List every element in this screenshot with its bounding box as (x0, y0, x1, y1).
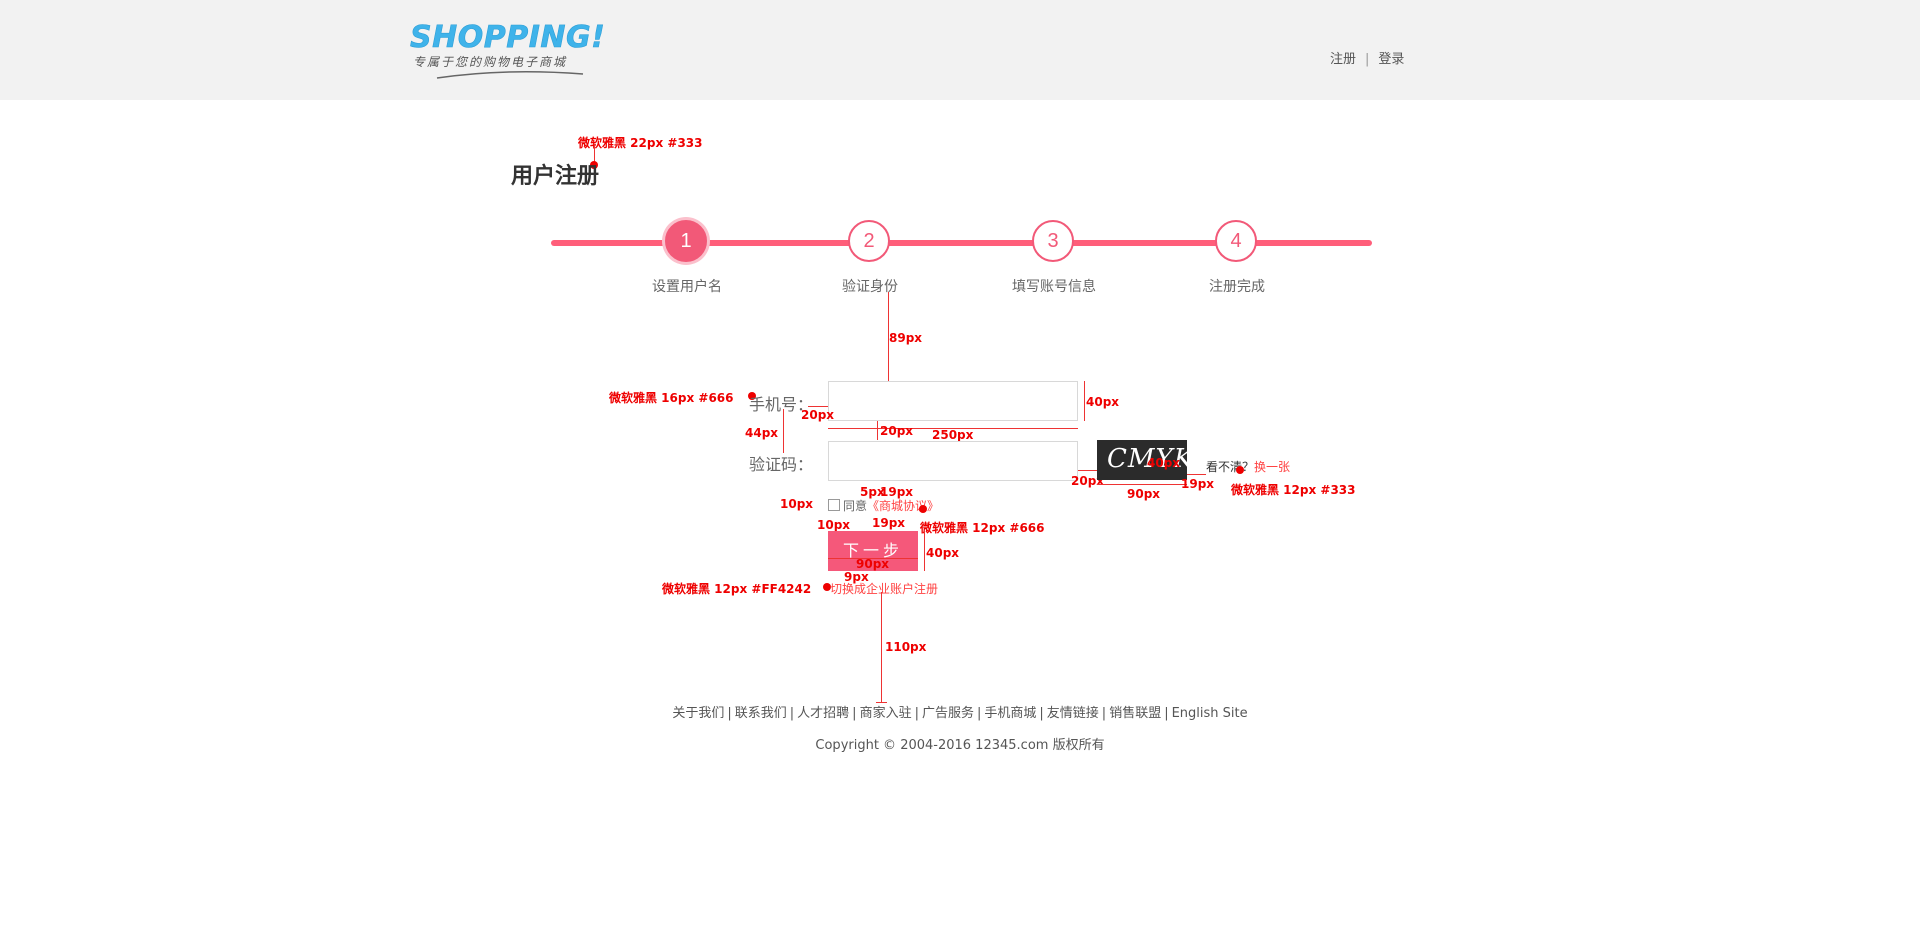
footer-link-friends[interactable]: 友情链接 (1047, 706, 1099, 721)
step-2-circle: 2 (848, 220, 890, 262)
annotation-measure-line (1078, 470, 1097, 471)
annotation-89px: 89px (889, 331, 923, 345)
refresh-captcha-link[interactable]: 换一张 (1254, 460, 1290, 474)
annotation-captcha-height: 40px (1147, 456, 1181, 470)
code-label: 验证码： (748, 455, 813, 474)
footer-link-ads[interactable]: 广告服务 (922, 706, 974, 721)
step-3-label: 填写账号信息 (1012, 279, 1096, 295)
annotation-captcha-font: 微软雅黑 12px #333 (1231, 483, 1356, 497)
footer-separator: | (1101, 706, 1107, 721)
link-separator: | (1365, 52, 1370, 67)
annotation-phone-gap: 20px (801, 408, 835, 422)
code-input[interactable] (829, 442, 1077, 480)
annotation-row-gap: 20px (880, 424, 914, 438)
annotation-measure-line (1187, 474, 1206, 475)
annotation-measure-line (783, 409, 784, 453)
annotation-phone-width: 250px (932, 428, 974, 442)
annotation-measure-line (877, 421, 878, 440)
annotation-110px: 110px (885, 640, 927, 654)
footer-separator: | (1164, 706, 1169, 721)
footer-link-jobs[interactable]: 人才招聘 (797, 706, 849, 721)
footer-link-contact[interactable]: 联系我们 (735, 706, 787, 721)
annotation-switch-font: 微软雅黑 12px #FF4242 (662, 582, 812, 596)
annotation-button-width: 90px (856, 557, 890, 571)
annotation-phone-height: 40px (1086, 395, 1120, 409)
annotation-captcha-link-gap: 19px (1181, 477, 1215, 491)
account-links: 注册 | 登录 (1330, 48, 1404, 67)
footer-separator: | (976, 706, 982, 721)
annotation-title-font: 微软雅黑 22px #333 (578, 136, 703, 150)
cant-see-text: 看不清？换一张 (1206, 458, 1290, 475)
annotation-dot (1236, 466, 1244, 474)
footer-links: 关于我们 | 联系我们 | 人才招聘 | 商家入驻 | 广告服务 | 手机商城 | 友情链接 | 销售联盟 |… (0, 702, 1920, 721)
annotation-19px-b: 19px (872, 516, 906, 530)
annotation-dot (919, 505, 927, 513)
cant-see-label: 看不清？ (1206, 460, 1255, 474)
footer-separator: | (852, 706, 857, 721)
footer-separator: | (789, 706, 795, 721)
register-link[interactable]: 注册 (1330, 48, 1356, 67)
top-header: SHOPPING! 专属于您的购物电子商城 注册 | 登录 (0, 0, 1920, 100)
annotation-44px: 44px (745, 426, 779, 440)
annotation-measure-line (1097, 484, 1187, 485)
agree-checkbox[interactable] (828, 499, 840, 511)
step-3-circle: 3 (1032, 220, 1074, 262)
site-logo[interactable]: SHOPPING! 专属于您的购物电子商城 (410, 20, 605, 80)
step-1-circle: 1 (665, 220, 707, 262)
annotation-measure-line (881, 592, 882, 702)
annotation-captcha-width: 90px (1127, 487, 1161, 501)
footer-link-affiliate[interactable]: 销售联盟 (1109, 706, 1161, 721)
step-4-circle: 4 (1215, 220, 1257, 262)
step-2-label: 验证身份 (842, 279, 898, 295)
phone-label: 手机号： (748, 395, 813, 414)
login-link[interactable]: 登录 (1378, 48, 1404, 67)
phone-field[interactable] (828, 381, 1078, 421)
step-1-label: 设置用户名 (652, 279, 722, 295)
annotation-measure-line (808, 406, 828, 407)
logo-swoosh-icon (436, 71, 584, 79)
logo-text: SHOPPING! (410, 20, 606, 56)
footer-separator: | (914, 706, 919, 721)
phone-input[interactable] (829, 382, 1077, 420)
annotation-agree-font: 微软雅黑 12px #666 (920, 521, 1045, 535)
annotation-measure-line (924, 531, 925, 571)
footer-link-mobile[interactable]: 手机商城 (984, 706, 1036, 721)
page-title: 用户注册 (511, 163, 600, 188)
annotation-10px-b: 10px (817, 518, 851, 532)
annotation-button-height: 40px (926, 546, 960, 560)
switch-enterprise-link[interactable]: 切换成企业账户注册 (830, 580, 938, 597)
step-4-label: 注册完成 (1209, 279, 1265, 295)
footer-link-merchants[interactable]: 商家入驻 (860, 706, 912, 721)
annotation-measure-line (1084, 381, 1085, 421)
footer-link-english[interactable]: English Site (1172, 706, 1248, 721)
footer-separator: | (727, 706, 732, 721)
code-field[interactable] (828, 441, 1078, 481)
copyright-text: Copyright © 2004-2016 12345.com 版权所有 (815, 738, 1105, 753)
agree-label: 同意 (843, 499, 868, 513)
annotation-10px-a: 10px (780, 497, 814, 511)
agreement-link[interactable]: 《商城协议》 (867, 499, 939, 513)
footer-link-about[interactable]: 关于我们 (672, 706, 724, 721)
footer-separator: | (1039, 706, 1044, 721)
